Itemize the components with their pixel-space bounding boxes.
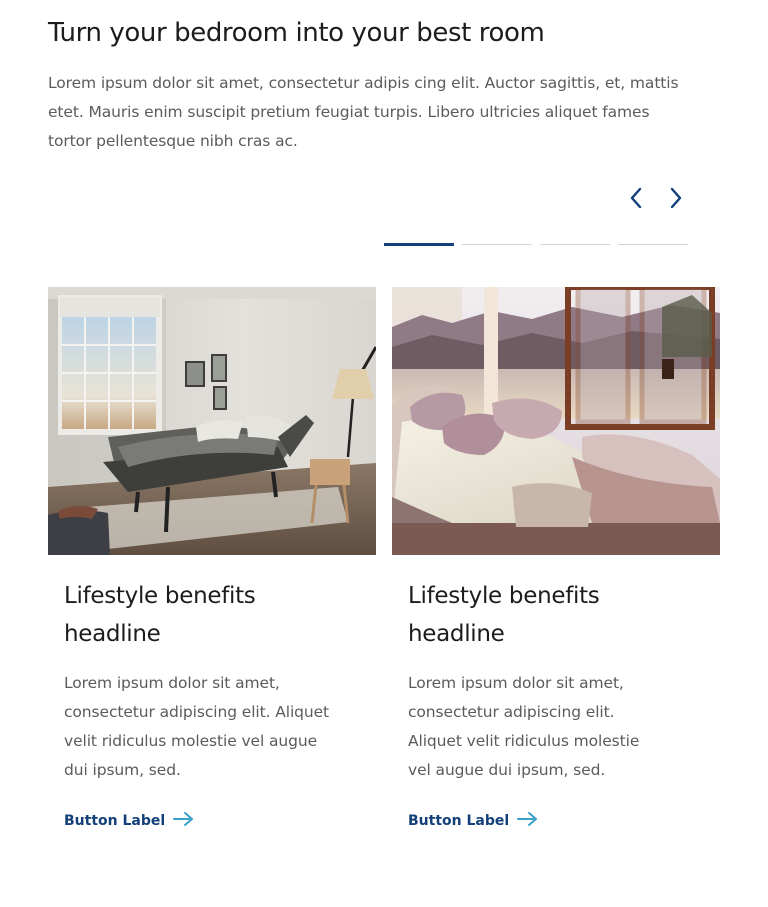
carousel-indicator-4[interactable] — [618, 242, 688, 246]
card-title: Lifestyle benefits headline — [408, 583, 600, 647]
bedroom-photo — [48, 287, 376, 555]
page: Turn your bedroom into your best room Lo… — [0, 0, 768, 907]
card-description: Lorem ipsum dolor sit amet, consectetur … — [408, 674, 640, 779]
section-description: Lorem ipsum dolor sit amet, consectetur … — [48, 74, 679, 150]
card-link-label: Button Label — [64, 813, 166, 829]
benefit-card: Lifestyle benefits headline Lorem ipsum … — [48, 287, 376, 829]
card-link-button[interactable]: Button Label — [408, 811, 539, 831]
carousel-indicator-2[interactable] — [462, 242, 532, 246]
card-title: Lifestyle benefits headline — [64, 583, 256, 647]
card-link-button[interactable]: Button Label — [64, 811, 195, 831]
carousel-prev-button[interactable] — [623, 186, 649, 212]
carousel-indicator-1[interactable] — [384, 242, 454, 246]
section-title: Turn your bedroom into your best room — [48, 18, 545, 48]
bed-with-view-photo — [392, 287, 720, 555]
card-image — [392, 287, 720, 555]
benefit-card: Lifestyle benefits headline Lorem ipsum … — [392, 287, 720, 829]
chevron-right-icon — [669, 187, 683, 212]
card-image — [48, 287, 376, 555]
chevron-left-icon — [629, 187, 643, 212]
carousel-indicator-3[interactable] — [540, 242, 610, 246]
arrow-right-icon — [517, 811, 539, 831]
card-description: Lorem ipsum dolor sit amet, consectetur … — [64, 674, 330, 779]
carousel-indicators — [384, 242, 688, 246]
carousel-next-button[interactable] — [663, 186, 689, 212]
arrow-right-icon — [173, 811, 195, 831]
card-link-label: Button Label — [408, 813, 510, 829]
